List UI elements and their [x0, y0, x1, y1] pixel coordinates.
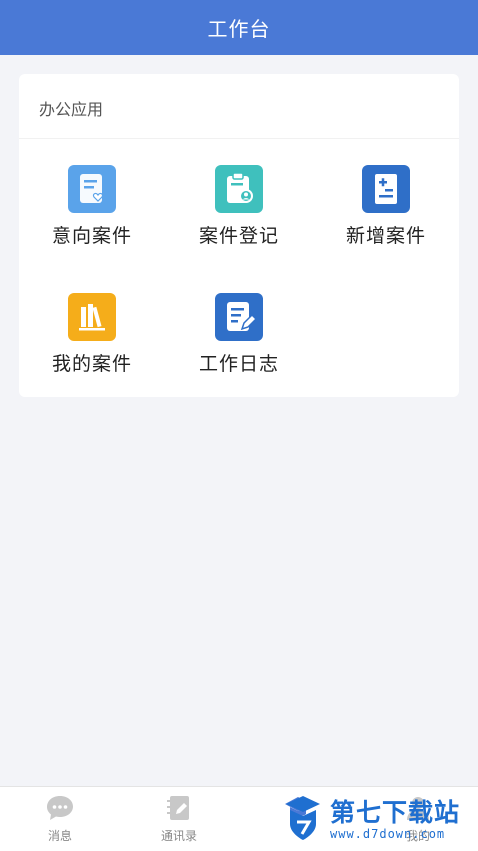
- app-intent-cases[interactable]: 意向案件: [19, 165, 165, 248]
- app-work-log[interactable]: 工作日志: [166, 293, 312, 376]
- app-label: 案件登记: [198, 225, 279, 247]
- books-icon: [68, 293, 116, 341]
- document-heart-icon: [68, 165, 116, 213]
- app-label: 新增案件: [345, 225, 426, 247]
- watermark-url: www.d7down.com: [330, 827, 446, 841]
- clipboard-user-icon: [215, 165, 263, 213]
- app-my-cases[interactable]: 我的案件: [19, 293, 165, 376]
- tab-messages[interactable]: 消息: [0, 793, 120, 844]
- site-watermark: 第七下载站 www.d7down.com: [282, 790, 478, 850]
- app-header: 工作台: [0, 0, 478, 55]
- document-plus-icon: [362, 165, 410, 213]
- app-label: 意向案件: [51, 225, 132, 247]
- page-title: 工作台: [207, 17, 271, 41]
- section-title: 办公应用: [39, 100, 104, 119]
- app-new-case[interactable]: 新增案件: [313, 165, 459, 248]
- watermark-title: 第七下载站: [330, 798, 461, 827]
- chat-bubble-icon: [45, 793, 75, 823]
- tab-label: 通讯录: [160, 829, 197, 843]
- tab-contacts[interactable]: 通讯录: [119, 793, 239, 844]
- app-label: 我的案件: [51, 353, 132, 375]
- office-apps-card: 办公应用 意向案件 案件登记 新增案件 我的案件 工作日志: [19, 74, 459, 397]
- app-case-registration[interactable]: 案件登记: [166, 165, 312, 248]
- app-label: 工作日志: [198, 353, 279, 375]
- document-pen-icon: [215, 293, 263, 341]
- notebook-pen-icon: [164, 793, 194, 823]
- section-divider: [19, 138, 459, 139]
- tab-label: 消息: [47, 829, 72, 843]
- watermark-logo-icon: [282, 794, 324, 846]
